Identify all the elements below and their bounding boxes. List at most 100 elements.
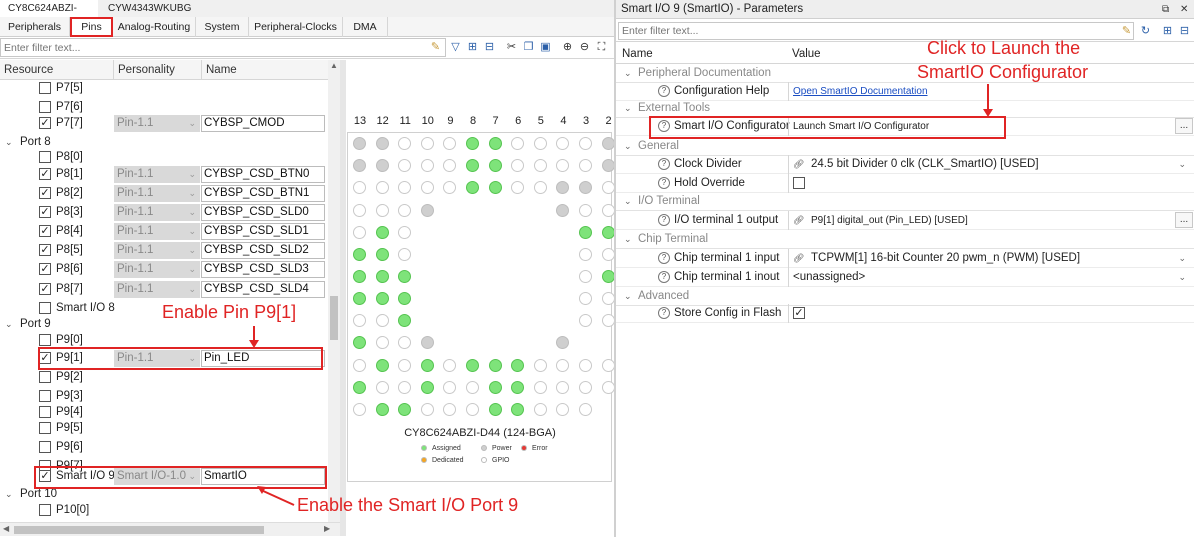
personality-select[interactable]: Pin-1.1 ⌄ <box>114 223 200 240</box>
chip-ball-assigned[interactable] <box>420 359 434 372</box>
tree-row[interactable]: ✓ P8[7] Pin-1.1 ⌄ CYBSP_CSD_SLD4 <box>0 280 328 299</box>
chip-ball-gpio[interactable] <box>579 314 592 327</box>
chip-ball-gpio[interactable] <box>420 137 434 150</box>
chip-ball-assigned[interactable] <box>466 359 479 372</box>
cut-icon[interactable]: ✂ <box>504 40 519 55</box>
chip-ball-gpio[interactable] <box>579 248 592 261</box>
chip-ball-gpio[interactable] <box>353 403 366 416</box>
pin-name-field[interactable]: CYBSP_CSD_BTN1 <box>201 185 325 202</box>
chip-ball-power[interactable] <box>353 159 366 172</box>
chevron-down-icon[interactable]: ⌄ <box>1178 249 1186 268</box>
chevron-down-icon[interactable]: ⌄ <box>1178 268 1186 287</box>
zoom-out-icon[interactable]: ⊖ <box>577 40 592 55</box>
chip-ball-gpio[interactable] <box>601 181 615 194</box>
ellipsis-button[interactable]: ... <box>1175 118 1193 134</box>
tree-row[interactable]: P10[0] <box>0 501 328 520</box>
tree-row[interactable]: P9[2] <box>0 368 328 387</box>
help-icon[interactable]: ? <box>658 307 670 319</box>
chip-ball-gpio[interactable] <box>601 314 615 327</box>
help-icon[interactable]: ? <box>658 271 670 283</box>
param-value-cell[interactable]: <unassigned> ⌄ <box>788 268 1194 287</box>
tree-horizontal-scrollbar[interactable]: ◀ ▶ <box>0 522 340 536</box>
chip-ball-assigned[interactable] <box>353 336 366 349</box>
chip-ball-assigned[interactable] <box>601 270 615 283</box>
chip-ball-assigned[interactable] <box>420 381 434 394</box>
collapse-all-icon[interactable]: ⊟ <box>1177 24 1192 39</box>
chip-ball-assigned[interactable] <box>488 137 502 150</box>
pin-checkbox[interactable]: ✓ <box>39 244 51 256</box>
param-value-cell[interactable] <box>788 174 1194 193</box>
personality-select[interactable]: Pin-1.1 ⌄ <box>114 115 200 132</box>
tree-row[interactable]: ✓ P8[4] Pin-1.1 ⌄ CYBSP_CSD_SLD1 <box>0 222 328 241</box>
pin-checkbox[interactable]: ✓ <box>39 117 51 129</box>
param-value-cell[interactable]: 🔗︎ P9[1] digital_out (Pin_LED) [USED]... <box>788 211 1194 230</box>
tree-row[interactable]: ✓ P8[3] Pin-1.1 ⌄ CYBSP_CSD_SLD0 <box>0 203 328 222</box>
chip-ball-gpio[interactable] <box>579 292 592 305</box>
chip-ball-gpio[interactable] <box>533 181 547 194</box>
pin-checkbox[interactable]: ✓ <box>39 168 51 180</box>
chip-ball-gpio[interactable] <box>601 292 615 305</box>
chip-ball-assigned[interactable] <box>488 381 502 394</box>
chip-ball-assigned[interactable] <box>579 226 592 239</box>
tree-row[interactable]: ✓ P7[7] Pin-1.1 ⌄ CYBSP_CMOD <box>0 114 328 133</box>
col-resource[interactable]: Resource <box>4 60 53 80</box>
param-value-cell[interactable]: 🔗︎ 24.5 bit Divider 0 clk (CLK_SmartIO) [… <box>788 155 1194 174</box>
clear-filter-icon[interactable]: ✎ <box>428 40 443 55</box>
chip-ball-gpio[interactable] <box>375 314 389 327</box>
chip-ball-gpio[interactable] <box>579 159 592 172</box>
pin-name-field[interactable]: CYBSP_CSD_SLD4 <box>201 281 325 298</box>
chip-ball-power[interactable] <box>375 159 389 172</box>
chip-ball-assigned[interactable] <box>488 159 502 172</box>
personality-select[interactable]: Pin-1.1 ⌄ <box>114 185 200 202</box>
help-icon[interactable]: ? <box>658 252 670 264</box>
chip-ball-gpio[interactable] <box>533 359 547 372</box>
col-param-value[interactable]: Value <box>792 44 821 64</box>
pin-checkbox[interactable] <box>39 302 51 314</box>
chip-ball-gpio[interactable] <box>375 181 389 194</box>
chip-ball-power[interactable] <box>579 181 592 194</box>
chip-ball-assigned[interactable] <box>601 226 615 239</box>
chevron-down-icon[interactable]: ⌄ <box>624 137 632 156</box>
chip-ball-gpio[interactable] <box>533 381 547 394</box>
scroll-up-icon[interactable]: ▲ <box>328 60 340 72</box>
close-window-icon[interactable]: ✕ <box>1180 0 1188 19</box>
chevron-down-icon[interactable]: ⌄ <box>624 99 632 118</box>
personality-select[interactable]: Pin-1.1 ⌄ <box>114 242 200 259</box>
chip-ball-assigned[interactable] <box>466 159 479 172</box>
tree-row[interactable]: ✓ P8[2] Pin-1.1 ⌄ CYBSP_CSD_BTN1 <box>0 184 328 203</box>
chip-ball-gpio[interactable] <box>353 181 366 194</box>
pin-checkbox[interactable] <box>39 504 51 516</box>
filter-input[interactable] <box>0 38 446 57</box>
chip-ball-gpio[interactable] <box>375 336 389 349</box>
chip-ball-assigned[interactable] <box>353 270 366 283</box>
expand-all-icon[interactable]: ⊞ <box>1160 24 1175 39</box>
param-value-cell[interactable]: ✓ <box>788 304 1194 323</box>
chip-ball-gpio[interactable] <box>375 381 389 394</box>
documentation-link[interactable]: Open SmartIO Documentation <box>793 86 928 97</box>
scroll-right-icon[interactable]: ▶ <box>324 524 330 533</box>
chevron-down-icon[interactable]: ⌄ <box>1178 155 1186 174</box>
chip-ball-assigned[interactable] <box>353 381 366 394</box>
chip-ball-gpio[interactable] <box>579 403 592 416</box>
chip-ball-gpio[interactable] <box>466 381 479 394</box>
pin-checkbox[interactable] <box>39 371 51 383</box>
copy-icon[interactable]: ❐ <box>521 40 536 55</box>
ellipsis-button[interactable]: ... <box>1175 212 1193 228</box>
chevron-down-icon[interactable]: ⌄ <box>624 192 632 211</box>
fit-icon[interactable]: ⛶ <box>594 40 609 55</box>
chip-ball-assigned[interactable] <box>375 226 389 239</box>
chip-ball-power[interactable] <box>375 137 389 150</box>
collapse-all-icon[interactable]: ⊟ <box>482 40 497 55</box>
chip-ball-power[interactable] <box>601 137 615 150</box>
pin-name-field[interactable]: CYBSP_CSD_SLD1 <box>201 223 325 240</box>
param-category[interactable]: ⌄ I/O Terminal <box>616 192 1194 211</box>
pin-name-field[interactable]: CYBSP_CSD_SLD0 <box>201 204 325 221</box>
help-icon[interactable]: ? <box>658 177 670 189</box>
chip-ball-assigned[interactable] <box>353 292 366 305</box>
chip-ball-gpio[interactable] <box>420 159 434 172</box>
tree-vertical-scrollbar[interactable]: ▲ <box>328 60 340 522</box>
device-tab-wifi[interactable]: CYW4343WKUBG <box>100 0 191 17</box>
chip-ball-assigned[interactable] <box>375 248 389 261</box>
chip-ball-assigned[interactable] <box>466 137 479 150</box>
chip-ball-assigned[interactable] <box>488 359 502 372</box>
